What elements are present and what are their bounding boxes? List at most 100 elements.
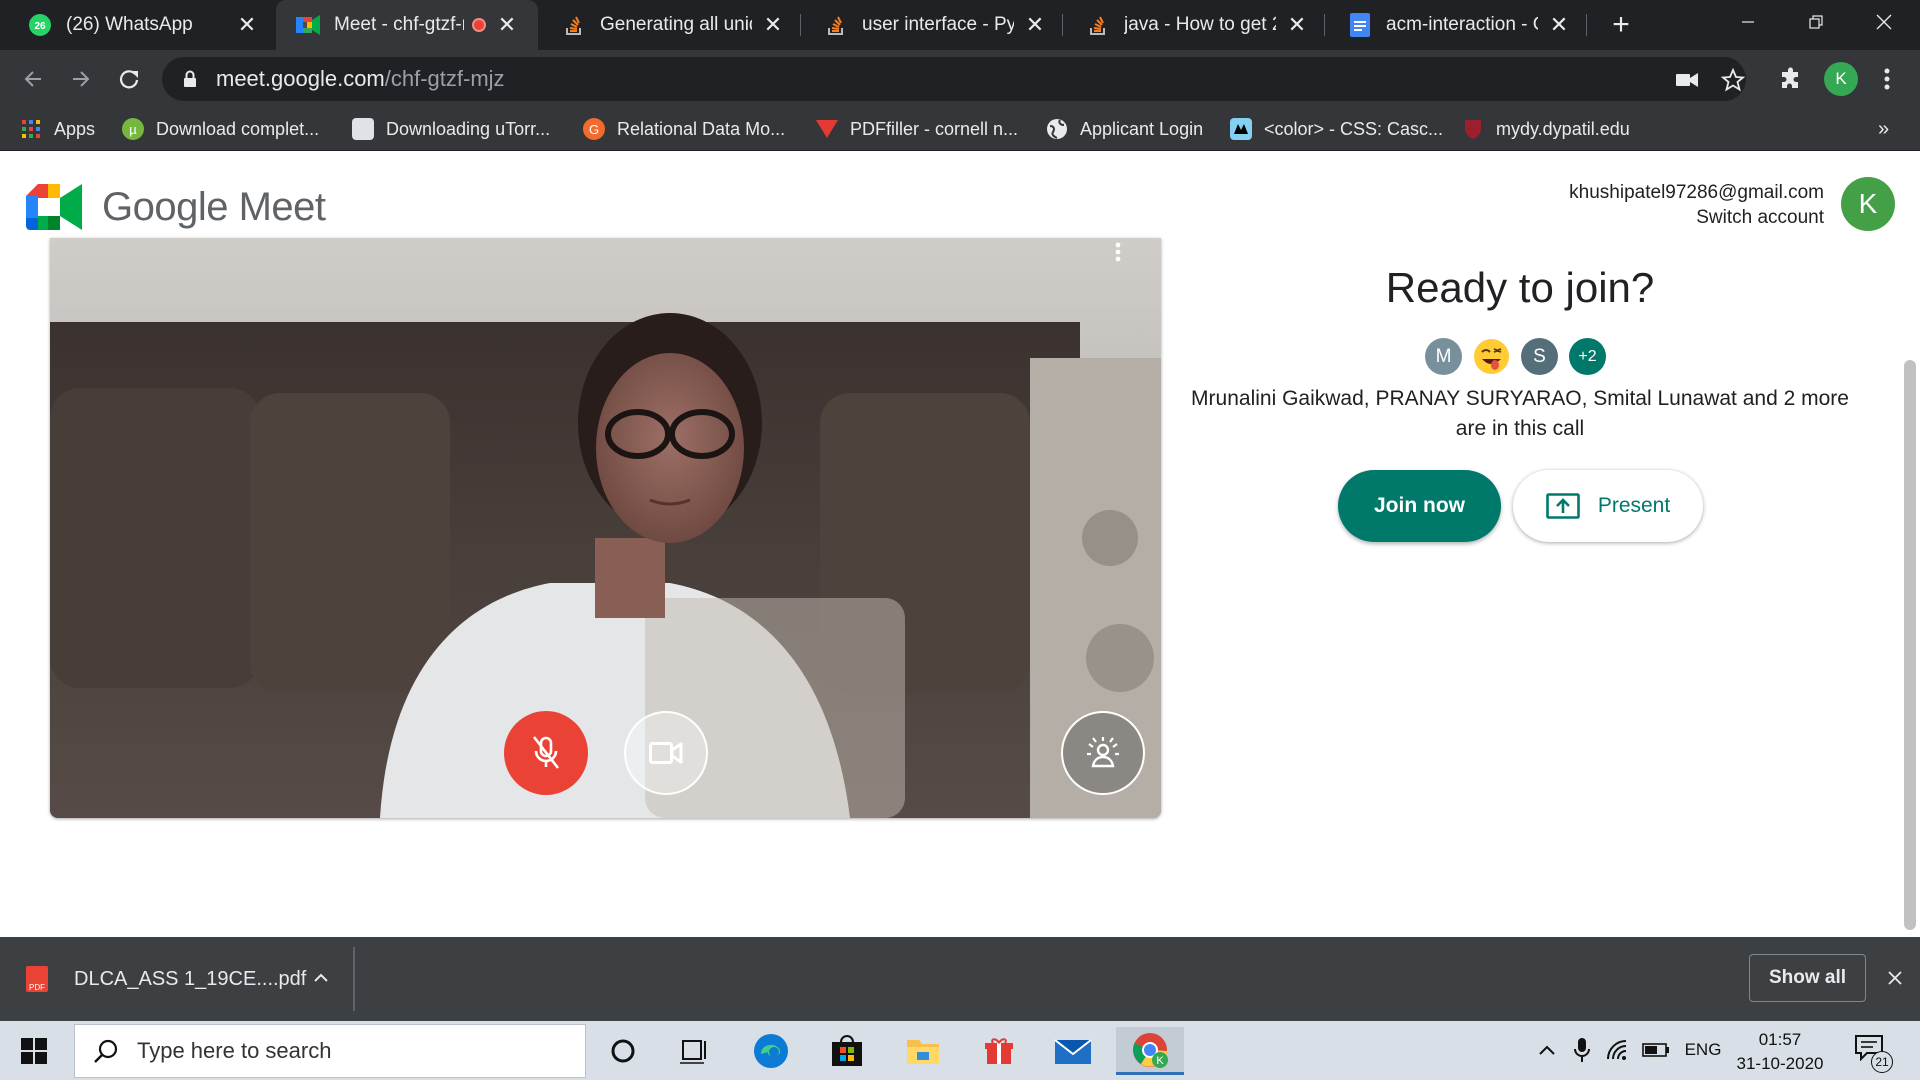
bookmarks-bar: Apps µ Download complet... Downloading u…	[0, 107, 1920, 151]
microphone-tray-icon[interactable]	[1568, 1035, 1596, 1065]
close-tab-icon[interactable]: ✕	[1548, 12, 1570, 37]
close-tab-icon[interactable]: ✕	[236, 12, 258, 37]
camera-in-use-icon[interactable]	[1674, 67, 1700, 93]
ready-to-join-heading: Ready to join?	[1385, 264, 1655, 311]
camera-feed-image	[50, 238, 1161, 818]
close-tab-icon[interactable]: ✕	[1024, 12, 1046, 37]
gift-app-button[interactable]	[970, 1027, 1028, 1075]
account-email: khushipatel97286@gmail.com	[1569, 182, 1824, 203]
minimize-window-button[interactable]	[1718, 0, 1778, 44]
bookmark-downloading-utorrent[interactable]: Downloading uTorr...	[352, 115, 550, 143]
windows-start-button[interactable]	[14, 1031, 54, 1071]
participant-avatar: M	[1425, 338, 1462, 375]
chrome-taskbar-button[interactable]: K	[1116, 1027, 1184, 1075]
microphone-off-icon	[532, 736, 560, 769]
file-explorer-button[interactable]	[894, 1027, 952, 1075]
page-thumb-icon	[352, 118, 374, 140]
input-language-indicator[interactable]: ENG	[1680, 1035, 1726, 1065]
close-tab-icon[interactable]: ✕	[496, 12, 518, 37]
participant-avatars: M S +2	[1425, 338, 1617, 375]
bookmark-apps[interactable]: Apps	[20, 115, 95, 143]
present-button[interactable]: Present	[1513, 470, 1703, 542]
back-button[interactable]	[14, 60, 52, 98]
download-shelf: PDF DLCA_ASS 1_19CE....pdf Show all	[0, 937, 1920, 1021]
battery-icon[interactable]	[1640, 1035, 1672, 1065]
tab-google-docs[interactable]: acm-interaction - Go ✕	[1328, 0, 1584, 50]
google-meet-icon	[296, 13, 320, 37]
present-label: Present	[1597, 494, 1671, 517]
bookmark-label: PDFfiller - cornell n...	[850, 118, 1019, 139]
whatsapp-icon: 26	[28, 13, 52, 37]
toggle-microphone-button[interactable]	[504, 711, 588, 795]
edge-browser-button[interactable]	[742, 1027, 800, 1075]
profile-avatar-button[interactable]: K	[1824, 62, 1858, 96]
svg-text:26: 26	[34, 21, 46, 32]
bookmark-pdffiller[interactable]: PDFfiller - cornell n...	[816, 115, 1018, 143]
action-center-button[interactable]: 21	[1855, 1035, 1893, 1073]
preview-more-options-icon[interactable]	[1106, 240, 1130, 264]
utorrent-icon: µ	[122, 118, 144, 140]
system-clock[interactable]: 01:57 31-10-2020	[1730, 1028, 1830, 1076]
more-vertical-icon[interactable]	[1874, 66, 1900, 92]
tab-separator	[1324, 14, 1325, 36]
globe-icon	[1046, 118, 1068, 140]
chevron-up-icon[interactable]	[306, 963, 336, 993]
close-tab-icon[interactable]: ✕	[762, 12, 784, 37]
notification-count-badge: 21	[1871, 1051, 1893, 1073]
browser-toolbar: meet.google.com/chf-gtzf-mjz K	[0, 50, 1920, 107]
tab-separator	[1586, 14, 1587, 36]
tab-stackoverflow-3[interactable]: java - How to get 2 v ✕	[1066, 0, 1322, 50]
taskbar-search-box[interactable]: Type here to search	[74, 1024, 586, 1078]
forward-button[interactable]	[62, 60, 100, 98]
bookmark-css-color[interactable]: <color> - CSS: Casc...	[1230, 115, 1443, 143]
download-item[interactable]: PDF DLCA_ASS 1_19CE....pdf	[26, 957, 306, 1001]
restore-window-button[interactable]	[1786, 0, 1846, 44]
search-placeholder: Type here to search	[137, 1038, 332, 1063]
bookmark-relational-data[interactable]: G Relational Data Mo...	[583, 115, 785, 143]
tab-stackoverflow-2[interactable]: user interface - Python ✕	[804, 0, 1060, 50]
show-hidden-icons-button[interactable]	[1532, 1035, 1562, 1065]
more-bookmarks-button[interactable]: »	[1878, 115, 1889, 143]
stackoverflow-icon	[1086, 13, 1110, 37]
bookmark-label: Downloading uTorr...	[386, 118, 551, 139]
bookmark-applicant-login[interactable]: Applicant Login	[1046, 115, 1203, 143]
join-now-button[interactable]: Join now	[1338, 470, 1501, 542]
participant-avatar-emoji	[1473, 338, 1510, 375]
close-window-button[interactable]	[1854, 0, 1914, 44]
bookmark-label: Download complet...	[156, 118, 320, 139]
new-tab-button[interactable]: +	[1604, 8, 1638, 42]
apps-grid-icon	[20, 118, 42, 140]
wifi-icon[interactable]	[1604, 1035, 1634, 1065]
tab-stackoverflow-1[interactable]: Generating all unique ✕	[542, 0, 798, 50]
task-view-button[interactable]	[666, 1027, 724, 1075]
stackoverflow-icon	[824, 13, 848, 37]
show-all-downloads-button[interactable]: Show all	[1749, 954, 1866, 1002]
tab-title: (26) WhatsApp	[66, 14, 193, 35]
browser-tab-strip: 26 (26) WhatsApp ✕ Meet - chf-gtzf-mjz ✕…	[0, 0, 1920, 50]
reload-button[interactable]	[110, 60, 148, 98]
close-shelf-icon[interactable]	[1880, 963, 1910, 993]
bookmark-download-complete[interactable]: µ Download complet...	[122, 115, 319, 143]
present-screen-icon	[1546, 493, 1580, 519]
tab-meet[interactable]: Meet - chf-gtzf-mjz ✕	[276, 0, 538, 50]
cortana-button[interactable]	[594, 1027, 652, 1075]
page-scrollbar[interactable]	[1904, 360, 1916, 930]
toggle-camera-button[interactable]	[624, 711, 708, 795]
bookmark-label: Relational Data Mo...	[617, 118, 786, 139]
google-meet-logo[interactable]: Google Meet	[26, 184, 326, 230]
address-bar[interactable]: meet.google.com/chf-gtzf-mjz	[162, 57, 1746, 101]
extensions-puzzle-icon[interactable]	[1778, 66, 1804, 92]
bookmark-star-icon[interactable]	[1720, 67, 1746, 93]
clock-date: 31-10-2020	[1736, 1054, 1824, 1073]
microsoft-store-button[interactable]	[818, 1027, 876, 1075]
store-bag-icon	[832, 1035, 862, 1066]
visual-effects-button[interactable]	[1061, 711, 1145, 795]
tab-whatsapp[interactable]: 26 (26) WhatsApp ✕	[8, 0, 272, 50]
url-host: meet.google.com	[216, 66, 385, 91]
switch-account-link[interactable]: Switch account	[1569, 205, 1824, 230]
close-tab-icon[interactable]: ✕	[1286, 12, 1308, 37]
bookmark-mydy-dypatil[interactable]: mydy.dypatil.edu	[1462, 115, 1630, 143]
mdn-icon	[1230, 118, 1252, 140]
account-avatar[interactable]: K	[1841, 177, 1895, 231]
mail-app-button[interactable]	[1044, 1027, 1102, 1075]
